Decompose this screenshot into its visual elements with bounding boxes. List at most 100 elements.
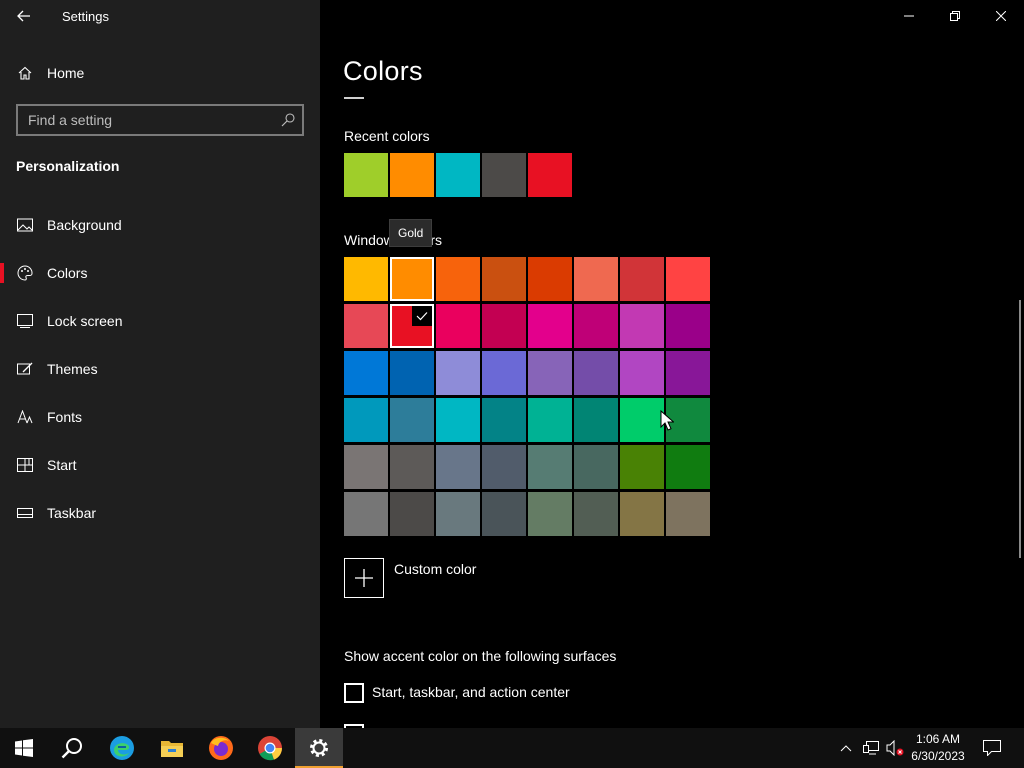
windows-color-swatch[interactable] — [666, 257, 710, 301]
back-arrow-icon — [17, 10, 30, 22]
windows-color-swatch[interactable] — [574, 304, 618, 348]
scrollbar-thumb[interactable] — [1019, 300, 1021, 558]
windows-color-swatch[interactable] — [482, 257, 526, 301]
sidebar-item-themes[interactable]: Themes — [0, 351, 320, 387]
windows-color-swatch[interactable] — [436, 304, 480, 348]
windows-color-swatch[interactable] — [390, 445, 434, 489]
recent-color-swatch[interactable] — [344, 153, 388, 197]
windows-color-swatch[interactable] — [666, 304, 710, 348]
start-button[interactable] — [0, 728, 48, 768]
windows-color-swatch[interactable] — [436, 445, 480, 489]
windows-color-swatch[interactable] — [574, 445, 618, 489]
lock-screen-icon — [17, 313, 33, 329]
volume-button[interactable] — [884, 728, 906, 768]
search-icon[interactable] — [280, 112, 296, 128]
windows-color-swatch[interactable] — [390, 257, 434, 301]
edge-icon — [110, 736, 134, 760]
start-taskbar-checkbox-label[interactable]: Start, taskbar, and action center — [372, 684, 570, 700]
restore-icon — [950, 11, 960, 21]
edge-button[interactable] — [98, 728, 146, 768]
taskbar-search-button[interactable] — [48, 728, 96, 768]
windows-start-icon — [15, 739, 33, 757]
windows-color-swatch[interactable] — [482, 304, 526, 348]
windows-color-swatch[interactable] — [666, 445, 710, 489]
windows-color-swatch[interactable] — [436, 351, 480, 395]
sidebar-item-fonts[interactable]: Fonts — [0, 399, 320, 435]
windows-color-swatch[interactable] — [528, 445, 572, 489]
minimize-button[interactable] — [886, 0, 932, 32]
windows-color-swatch[interactable] — [344, 492, 388, 536]
action-center-button[interactable] — [978, 728, 1006, 768]
restore-button[interactable] — [932, 0, 978, 32]
settings-taskbar-button[interactable] — [295, 728, 343, 768]
network-button[interactable] — [860, 728, 882, 768]
windows-color-swatch[interactable] — [528, 398, 572, 442]
windows-color-swatch[interactable] — [482, 398, 526, 442]
nav-home[interactable]: Home — [0, 58, 320, 88]
search-input[interactable] — [18, 106, 278, 134]
windows-color-swatch[interactable] — [436, 492, 480, 536]
tray-overflow-button[interactable] — [836, 728, 856, 768]
recent-color-swatch[interactable] — [390, 153, 434, 197]
sidebar-item-taskbar[interactable]: Taskbar — [0, 495, 320, 531]
taskbar-clock[interactable]: 1:06 AM 6/30/2023 — [905, 731, 971, 765]
windows-color-swatch[interactable] — [620, 304, 664, 348]
custom-color-label[interactable]: Custom color — [394, 561, 476, 577]
file-explorer-button[interactable] — [148, 728, 196, 768]
sidebar-item-label: Fonts — [47, 409, 83, 425]
recent-colors-label: Recent colors — [344, 128, 430, 144]
recent-color-swatch[interactable] — [528, 153, 572, 197]
windows-color-swatch[interactable] — [344, 398, 388, 442]
close-button[interactable] — [978, 0, 1024, 32]
windows-color-swatch[interactable] — [436, 398, 480, 442]
sidebar-item-start[interactable]: Start — [0, 447, 320, 483]
windows-color-swatch[interactable] — [390, 492, 434, 536]
search-icon — [61, 738, 82, 759]
windows-color-swatch[interactable] — [344, 351, 388, 395]
fonts-icon — [17, 409, 33, 425]
windows-color-swatch[interactable] — [620, 257, 664, 301]
firefox-button[interactable] — [197, 728, 245, 768]
windows-color-swatch[interactable] — [666, 492, 710, 536]
section-heading: Personalization — [16, 158, 120, 174]
settings-gear-icon — [310, 739, 328, 757]
recent-color-swatch[interactable] — [482, 153, 526, 197]
sidebar-item-colors[interactable]: Colors — [0, 255, 320, 291]
sidebar-item-lock-screen[interactable]: Lock screen — [0, 303, 320, 339]
windows-color-swatch[interactable] — [620, 445, 664, 489]
sidebar-item-background[interactable]: Background — [0, 207, 320, 243]
recent-color-swatch[interactable] — [436, 153, 480, 197]
start-taskbar-checkbox[interactable] — [344, 683, 364, 703]
windows-color-swatch[interactable] — [436, 257, 480, 301]
windows-color-swatch[interactable] — [390, 351, 434, 395]
windows-color-swatch[interactable] — [666, 351, 710, 395]
back-button[interactable] — [12, 4, 36, 28]
windows-color-swatch[interactable] — [620, 351, 664, 395]
windows-color-swatch[interactable] — [344, 257, 388, 301]
windows-color-swatch[interactable] — [482, 445, 526, 489]
windows-color-swatch[interactable] — [344, 304, 388, 348]
chevron-up-icon — [840, 745, 852, 752]
page-title: Colors — [343, 56, 423, 86]
palette-icon — [17, 265, 33, 281]
themes-icon — [17, 361, 33, 377]
windows-color-swatch[interactable] — [620, 492, 664, 536]
windows-color-swatch[interactable] — [390, 398, 434, 442]
custom-color-button[interactable] — [344, 558, 384, 598]
taskbar: 1:06 AM 6/30/2023 — [0, 728, 1024, 768]
windows-color-swatch[interactable] — [344, 445, 388, 489]
windows-color-swatch[interactable] — [574, 351, 618, 395]
windows-color-swatch[interactable] — [574, 398, 618, 442]
windows-color-swatch[interactable] — [574, 257, 618, 301]
windows-color-swatch[interactable] — [620, 398, 664, 442]
windows-color-swatch[interactable] — [528, 304, 572, 348]
windows-color-swatch[interactable] — [528, 492, 572, 536]
chrome-button[interactable] — [246, 728, 294, 768]
windows-color-swatch[interactable] — [482, 492, 526, 536]
windows-color-swatch[interactable] — [390, 304, 434, 348]
windows-color-swatch[interactable] — [482, 351, 526, 395]
plus-icon — [355, 569, 373, 587]
windows-color-swatch[interactable] — [574, 492, 618, 536]
windows-color-swatch[interactable] — [528, 351, 572, 395]
windows-color-swatch[interactable] — [528, 257, 572, 301]
